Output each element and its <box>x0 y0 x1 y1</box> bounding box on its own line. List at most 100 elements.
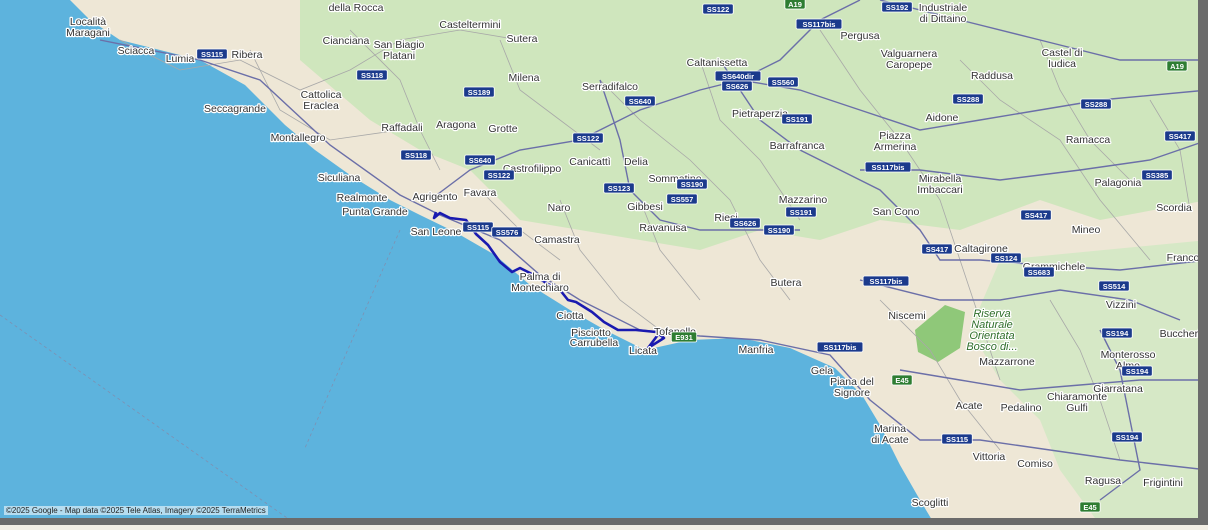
road-shield-label: E931 <box>675 333 693 342</box>
place-mirabella-imbaccari[interactable]: Mirabella Imbaccari <box>916 172 964 198</box>
road-shield-ss417: SS417 <box>1164 130 1196 142</box>
place-palagonia[interactable]: Palagonia <box>1093 176 1142 191</box>
road-shield-ss190: SS190 <box>676 178 708 190</box>
place-mazzarrone[interactable]: Mazzarrone <box>978 355 1036 370</box>
place-camastra[interactable]: Camastra <box>533 233 581 248</box>
place-gibbesi[interactable]: Gibbesi <box>626 200 664 215</box>
road-shield-ss640: SS640 <box>624 95 656 107</box>
place-cattolica-eraclea[interactable]: Cattolica Eraclea <box>299 88 343 114</box>
place-seccagrande[interactable]: Seccagrande <box>203 102 268 117</box>
road-shield-label: SS118 <box>361 71 383 80</box>
place-marina-di-acate[interactable]: Marina di Acate <box>870 422 910 448</box>
place-siculiana[interactable]: Siculiana <box>316 171 361 186</box>
road-shield-label: SS417 <box>1025 211 1048 220</box>
road-shield-ss194: SS194 <box>1111 431 1143 443</box>
road-shield-label: SS576 <box>496 228 519 237</box>
place-piana-del-signore[interactable]: Piana del Signore <box>829 375 875 401</box>
place-serradifalco[interactable]: Serradifalco <box>581 80 640 95</box>
road-shield-label: SS385 <box>1146 171 1169 180</box>
place-favara[interactable]: Favara <box>462 186 497 201</box>
place-buccheri[interactable]: Buccheri <box>1158 327 1201 342</box>
place-mazzarino[interactable]: Mazzarino <box>778 193 829 208</box>
place-mineo[interactable]: Mineo <box>1070 223 1101 238</box>
road-shield-ss122: SS122 <box>572 132 604 144</box>
place-montallegro[interactable]: Montallegro <box>269 131 327 146</box>
place-casteltermini[interactable]: Casteltermini <box>438 18 502 33</box>
park-riserva-naturale-orientata-bosco-di[interactable]: Riserva Naturale Orientata Bosco di... <box>965 307 1019 355</box>
road-shield-label: SS191 <box>790 208 813 217</box>
map-canvas[interactable]: Località Maragani Sciacca Lumia Ribera Seccag… <box>0 0 1208 525</box>
place-aragona[interactable]: Aragona <box>435 118 477 133</box>
place-della-rocca[interactable]: della Rocca <box>327 1 385 16</box>
place-ravanusa[interactable]: Ravanusa <box>638 221 688 236</box>
place-butera[interactable]: Butera <box>769 276 803 291</box>
place-acate[interactable]: Acate <box>954 399 984 414</box>
road-shield-ss560: SS560 <box>767 76 799 88</box>
place-localita-maragani[interactable]: Località Maragani <box>65 15 111 41</box>
place-canicatti[interactable]: Canicattì <box>568 155 612 170</box>
place-lumia[interactable]: Lumia <box>164 52 195 67</box>
place-ramacca[interactable]: Ramacca <box>1065 133 1112 148</box>
road-shield-ss189: SS189 <box>463 86 495 98</box>
place-san-leone[interactable]: San Leone <box>409 225 462 240</box>
road-shield-label: SS117bis <box>824 343 857 352</box>
place-caltanissetta[interactable]: Caltanissetta <box>685 56 748 71</box>
place-ragusa[interactable]: Ragusa <box>1084 474 1123 489</box>
place-frigintini[interactable]: Frigintini <box>1142 476 1184 491</box>
road-shield-ss123: SS123 <box>603 182 635 194</box>
place-raffadali[interactable]: Raffadali <box>380 121 424 136</box>
road-shield-label: SS192 <box>886 3 909 12</box>
road-shield-label: SS194 <box>1126 367 1149 376</box>
road-shield-label: SS115 <box>201 50 223 59</box>
map-svg[interactable]: Località Maragani Sciacca Lumia Ribera Seccag… <box>0 0 1208 525</box>
place-ciotta[interactable]: Ciotta <box>555 309 585 324</box>
place-industriale-di-dittaino[interactable]: Industriale di Dittaino <box>918 1 969 27</box>
road-shield-ss288: SS288 <box>952 93 984 105</box>
place-scoglitti[interactable]: Scoglitti <box>910 496 949 511</box>
road-shield-ss117bis: SS117bis <box>864 161 912 173</box>
road-shield-ss117bis: SS117bis <box>816 341 864 353</box>
place-san-cono[interactable]: San Cono <box>871 205 920 220</box>
road-shield-ss117bis: SS117bis <box>795 18 843 30</box>
road-shield-ss118: SS118 <box>356 69 388 81</box>
place-aidone[interactable]: Aidone <box>924 111 959 126</box>
place-manfria[interactable]: Manfria <box>737 343 775 358</box>
road-shield-a19: A19 <box>784 0 806 10</box>
place-pergusa[interactable]: Pergusa <box>839 29 881 44</box>
place-licata[interactable]: Licata <box>628 344 659 359</box>
place-piazza-armerina[interactable]: Piazza Armerina <box>872 129 917 155</box>
place-sutera[interactable]: Sutera <box>505 32 539 47</box>
road-shield-label: SS640 <box>469 156 492 165</box>
place-vizzini[interactable]: Vizzini <box>1105 298 1138 313</box>
road-shield-label: SS417 <box>926 245 949 254</box>
place-naro[interactable]: Naro <box>546 201 571 216</box>
road-shield-label: SS626 <box>726 82 749 91</box>
place-franco[interactable]: Franco <box>1165 251 1200 266</box>
place-punta-grande[interactable]: Punta Grande <box>341 205 409 220</box>
place-barrafranca[interactable]: Barrafranca <box>768 139 826 154</box>
place-comiso[interactable]: Comiso <box>1016 457 1054 472</box>
place-scordia[interactable]: Scordia <box>1155 201 1193 216</box>
road-shield-ss417: SS417 <box>1020 209 1052 221</box>
road-shield-label: SS194 <box>1106 329 1129 338</box>
place-sciacca[interactable]: Sciacca <box>116 44 155 59</box>
place-pietraperzia[interactable]: Pietraperzia <box>731 107 790 122</box>
place-milena[interactable]: Milena <box>507 71 541 86</box>
place-grotte[interactable]: Grotte <box>487 122 519 137</box>
road-shield-ss191: SS191 <box>785 206 817 218</box>
place-palma-di-montechiaro[interactable]: Palma di Montechiaro <box>510 270 570 296</box>
place-raddusa[interactable]: Raddusa <box>970 69 1015 84</box>
place-vittoria[interactable]: Vittoria <box>972 450 1007 465</box>
place-agrigento[interactable]: Agrigento <box>411 190 459 205</box>
place-realmonte[interactable]: Realmonte <box>335 191 388 206</box>
place-cianciana[interactable]: Cianciana <box>321 34 370 49</box>
road-shield-ss683: SS683 <box>1023 266 1055 278</box>
place-valguarnera-caropepe[interactable]: Valguarnera Caropepe <box>880 47 939 73</box>
place-carrubella[interactable]: Carrubella <box>569 336 620 351</box>
place-niscemi[interactable]: Niscemi <box>887 309 927 324</box>
road-shield-label: SS117bis <box>872 163 905 172</box>
place-delia[interactable]: Delia <box>623 155 650 170</box>
place-ribera[interactable]: Ribera <box>230 48 264 63</box>
place-pedalino[interactable]: Pedalino <box>999 401 1043 416</box>
map-frame-bottom <box>0 518 1208 525</box>
